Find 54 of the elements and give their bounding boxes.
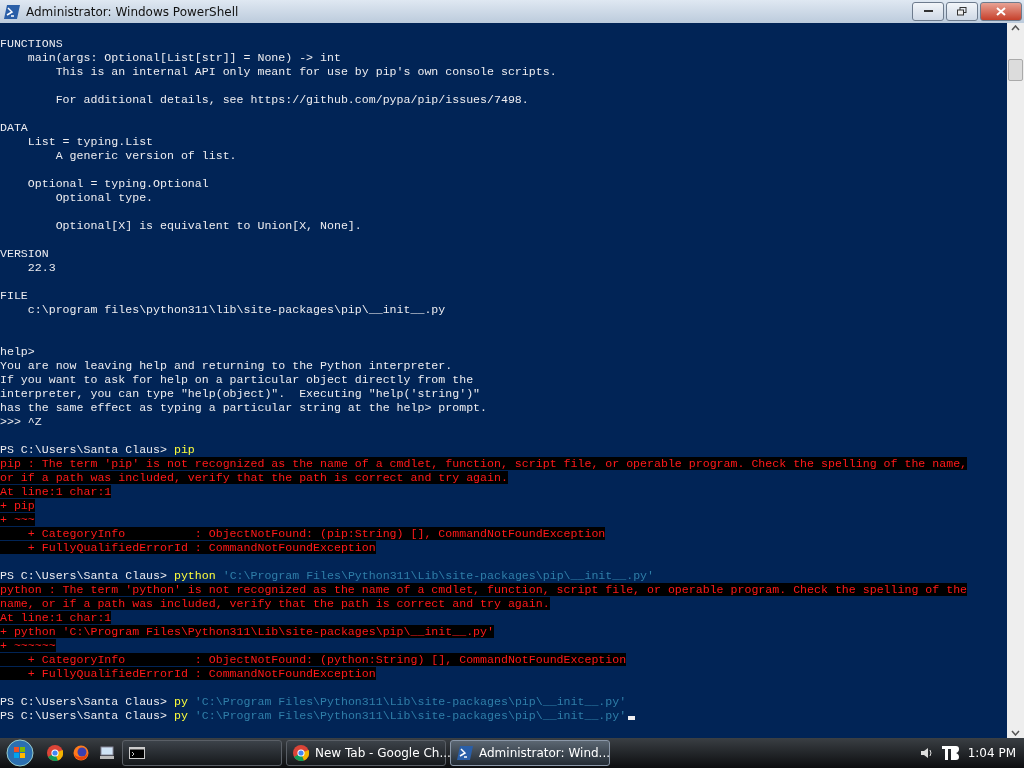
command-text: py (173, 709, 188, 722)
output-line: >>> ^Z (0, 415, 42, 428)
output-line: If you want to ask for help on a particular object directly from the (0, 373, 474, 386)
command-text: pip (173, 443, 195, 456)
minimize-icon (923, 10, 933, 13)
computer-icon (99, 746, 115, 760)
argument-text: 'C:\Program Files\Python311\Lib\site-packages\pip\__init__.py' (194, 695, 627, 708)
argument-text: 'C:\Program Files\Python311\Lib\site-packages\pip\__init__.py' (194, 709, 627, 722)
output-line: For additional details, see https://github.com/pypa/pip/issues/7498. (54, 93, 529, 106)
powershell-icon (457, 746, 473, 760)
output-line: VERSION (0, 247, 49, 260)
chrome-icon (47, 745, 63, 761)
window-title: Administrator: Windows PowerShell (26, 4, 240, 19)
output-line: Optional[X] is equivalent to Union[X, None]. (54, 219, 362, 232)
output-line: 22.3 (26, 261, 56, 274)
close-button[interactable] (980, 2, 1022, 21)
output-line: Optional = typing.Optional (26, 177, 209, 190)
output-line: Optional type. (54, 191, 154, 204)
tray-app-icon[interactable] (941, 745, 960, 761)
restore-button[interactable] (946, 2, 978, 21)
minimize-button[interactable] (912, 2, 944, 21)
prompt-text: PS C:\Users\Santa Claus> (0, 569, 167, 582)
chrome-icon (293, 745, 309, 761)
argument-text: 'C:\Program Files\Python311\Lib\site-packages\pip\__init__.py' (222, 569, 655, 582)
prompt-text: PS C:\Users\Santa Claus> (0, 443, 167, 456)
scroll-up-icon[interactable] (1011, 25, 1020, 31)
powershell-icon (4, 4, 20, 19)
output-line: has the same effect as typing a particular string at the help> prompt. (0, 401, 488, 414)
command-text: py (173, 695, 188, 708)
speaker-icon[interactable] (919, 746, 934, 760)
output-line: This is an internal API only meant for use by pip's own console scripts. (54, 65, 557, 78)
scrollbar-thumb[interactable] (1008, 59, 1023, 81)
scroll-down-icon[interactable] (1011, 730, 1020, 736)
output-line: c:\program files\python311\lib\site-packages\pip\__init__.py (26, 303, 446, 316)
firefox-icon (73, 745, 89, 761)
vertical-scrollbar[interactable] (1007, 23, 1024, 738)
close-icon (996, 7, 1006, 16)
output-line: FILE (0, 289, 28, 302)
output-line: help> (0, 345, 35, 358)
prompt-text: PS C:\Users\Santa Claus> (0, 709, 167, 722)
prompt-text: PS C:\Users\Santa Claus> (0, 695, 167, 708)
restore-icon (957, 7, 967, 16)
taskbar-button[interactable]: Administrator: Wind... (450, 740, 610, 766)
taskbar-button[interactable] (122, 740, 282, 766)
output-line: List = typing.List (26, 135, 154, 148)
output-line: You are now leaving help and returning to the Python interpreter. (0, 359, 453, 372)
output-line: main(args: Optional[List[str]] = None) -> int (26, 51, 341, 64)
clock: 1:04 PM (967, 746, 1016, 760)
output-line: FUNCTIONS (0, 37, 63, 50)
output-line: A generic version of list. (54, 149, 237, 162)
command-text: python (173, 569, 216, 582)
output-line: interpreter, you can type "help(object)". Executing "help('string')" (0, 387, 481, 400)
terminal-icon (129, 747, 145, 759)
output-line: DATA (0, 121, 28, 134)
